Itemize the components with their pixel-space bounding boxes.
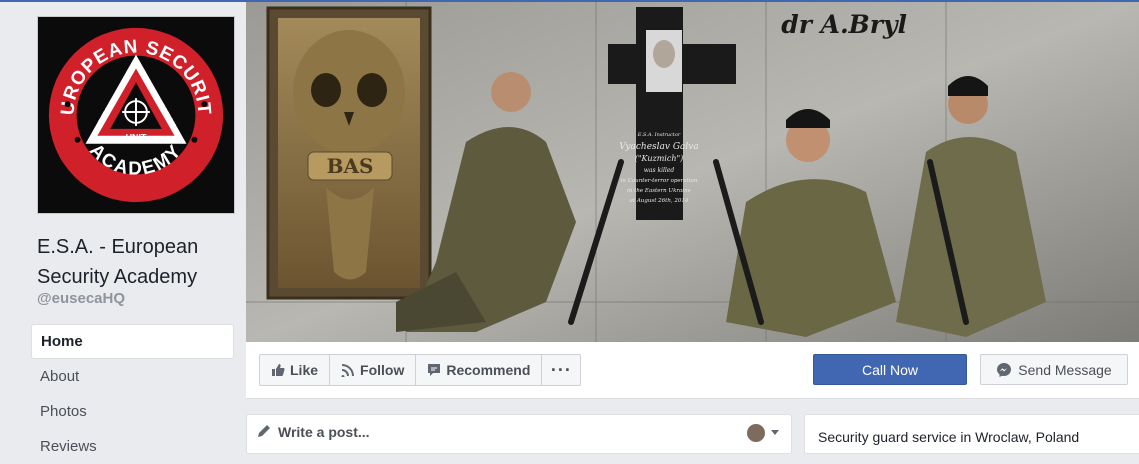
page-actions-group: Like Follow Recommend ··· [259, 354, 582, 386]
like-icon [272, 364, 285, 376]
page-title[interactable]: E.S.A. - European Security Academy [37, 232, 237, 292]
plaque-line-4: was killed [644, 167, 675, 174]
more-icon: ··· [550, 360, 572, 380]
cover-photo[interactable]: BAS E.S.A. Instructor Vyacheslav Galva (… [246, 2, 1139, 342]
logo-unit-text: UNIT [126, 133, 147, 143]
cover-credit: dr A.Bryl [781, 10, 907, 39]
plaque-line-7: at August 26th, 2014 [630, 198, 689, 204]
recommend-icon [428, 364, 441, 376]
plaque-line-2: Vyacheslav Galva [619, 142, 698, 152]
cover-image: BAS E.S.A. Instructor Vyacheslav Galva (… [246, 2, 1139, 342]
like-button[interactable]: Like [260, 355, 331, 385]
call-now-label: Call Now [861, 361, 918, 378]
recommend-button[interactable]: Recommend [416, 355, 543, 385]
avatar[interactable] [747, 424, 765, 442]
page-handle[interactable]: @eusecaHQ [37, 290, 125, 307]
follow-icon [341, 364, 355, 377]
more-options-button[interactable]: ··· [542, 355, 580, 385]
nav-item-photos[interactable]: Photos [31, 394, 234, 429]
composer-label: Write a post... [278, 424, 370, 440]
esa-logo: EUROPEAN SECURITY ACADEMY UNIT EXECUTIVE… [38, 17, 224, 203]
plaque-line-1: E.S.A. Instructor [637, 132, 681, 138]
plaque-line-3: ("Kuzmich") [635, 154, 684, 163]
chevron-down-icon[interactable] [771, 430, 779, 435]
messenger-icon [997, 362, 1012, 377]
cover-plaque-bas: BAS [327, 154, 374, 178]
about-card-text: Security guard service in Wroclaw, Polan… [818, 429, 1080, 445]
call-now-button[interactable]: Call Now [813, 354, 967, 385]
plaque-line-5: in Counter-terror operation [621, 178, 698, 184]
nav-item-about[interactable]: About [31, 359, 234, 394]
follow-label: Follow [360, 362, 405, 378]
page-nav: Home About Photos Reviews [31, 324, 234, 464]
follow-button[interactable]: Follow [330, 355, 417, 385]
send-message-label: Send Message [1018, 361, 1112, 378]
about-card: Security guard service in Wroclaw, Polan… [804, 414, 1139, 454]
post-composer[interactable]: Write a post... [246, 414, 792, 454]
profile-picture[interactable]: EUROPEAN SECURITY ACADEMY UNIT EXECUTIVE… [37, 16, 235, 214]
page-action-bar: Like Follow Recommend ··· Call Now Send … [246, 342, 1139, 399]
like-label: Like [290, 362, 319, 378]
plaque-line-6: in the Eastern Ukraine [627, 188, 691, 194]
recommend-label: Recommend [446, 362, 531, 378]
nav-item-reviews[interactable]: Reviews [31, 429, 234, 464]
left-column: EUROPEAN SECURITY ACADEMY UNIT EXECUTIVE… [0, 2, 246, 455]
nav-item-home[interactable]: Home [31, 324, 234, 359]
pencil-icon [258, 425, 270, 437]
send-message-button[interactable]: Send Message [980, 354, 1128, 385]
